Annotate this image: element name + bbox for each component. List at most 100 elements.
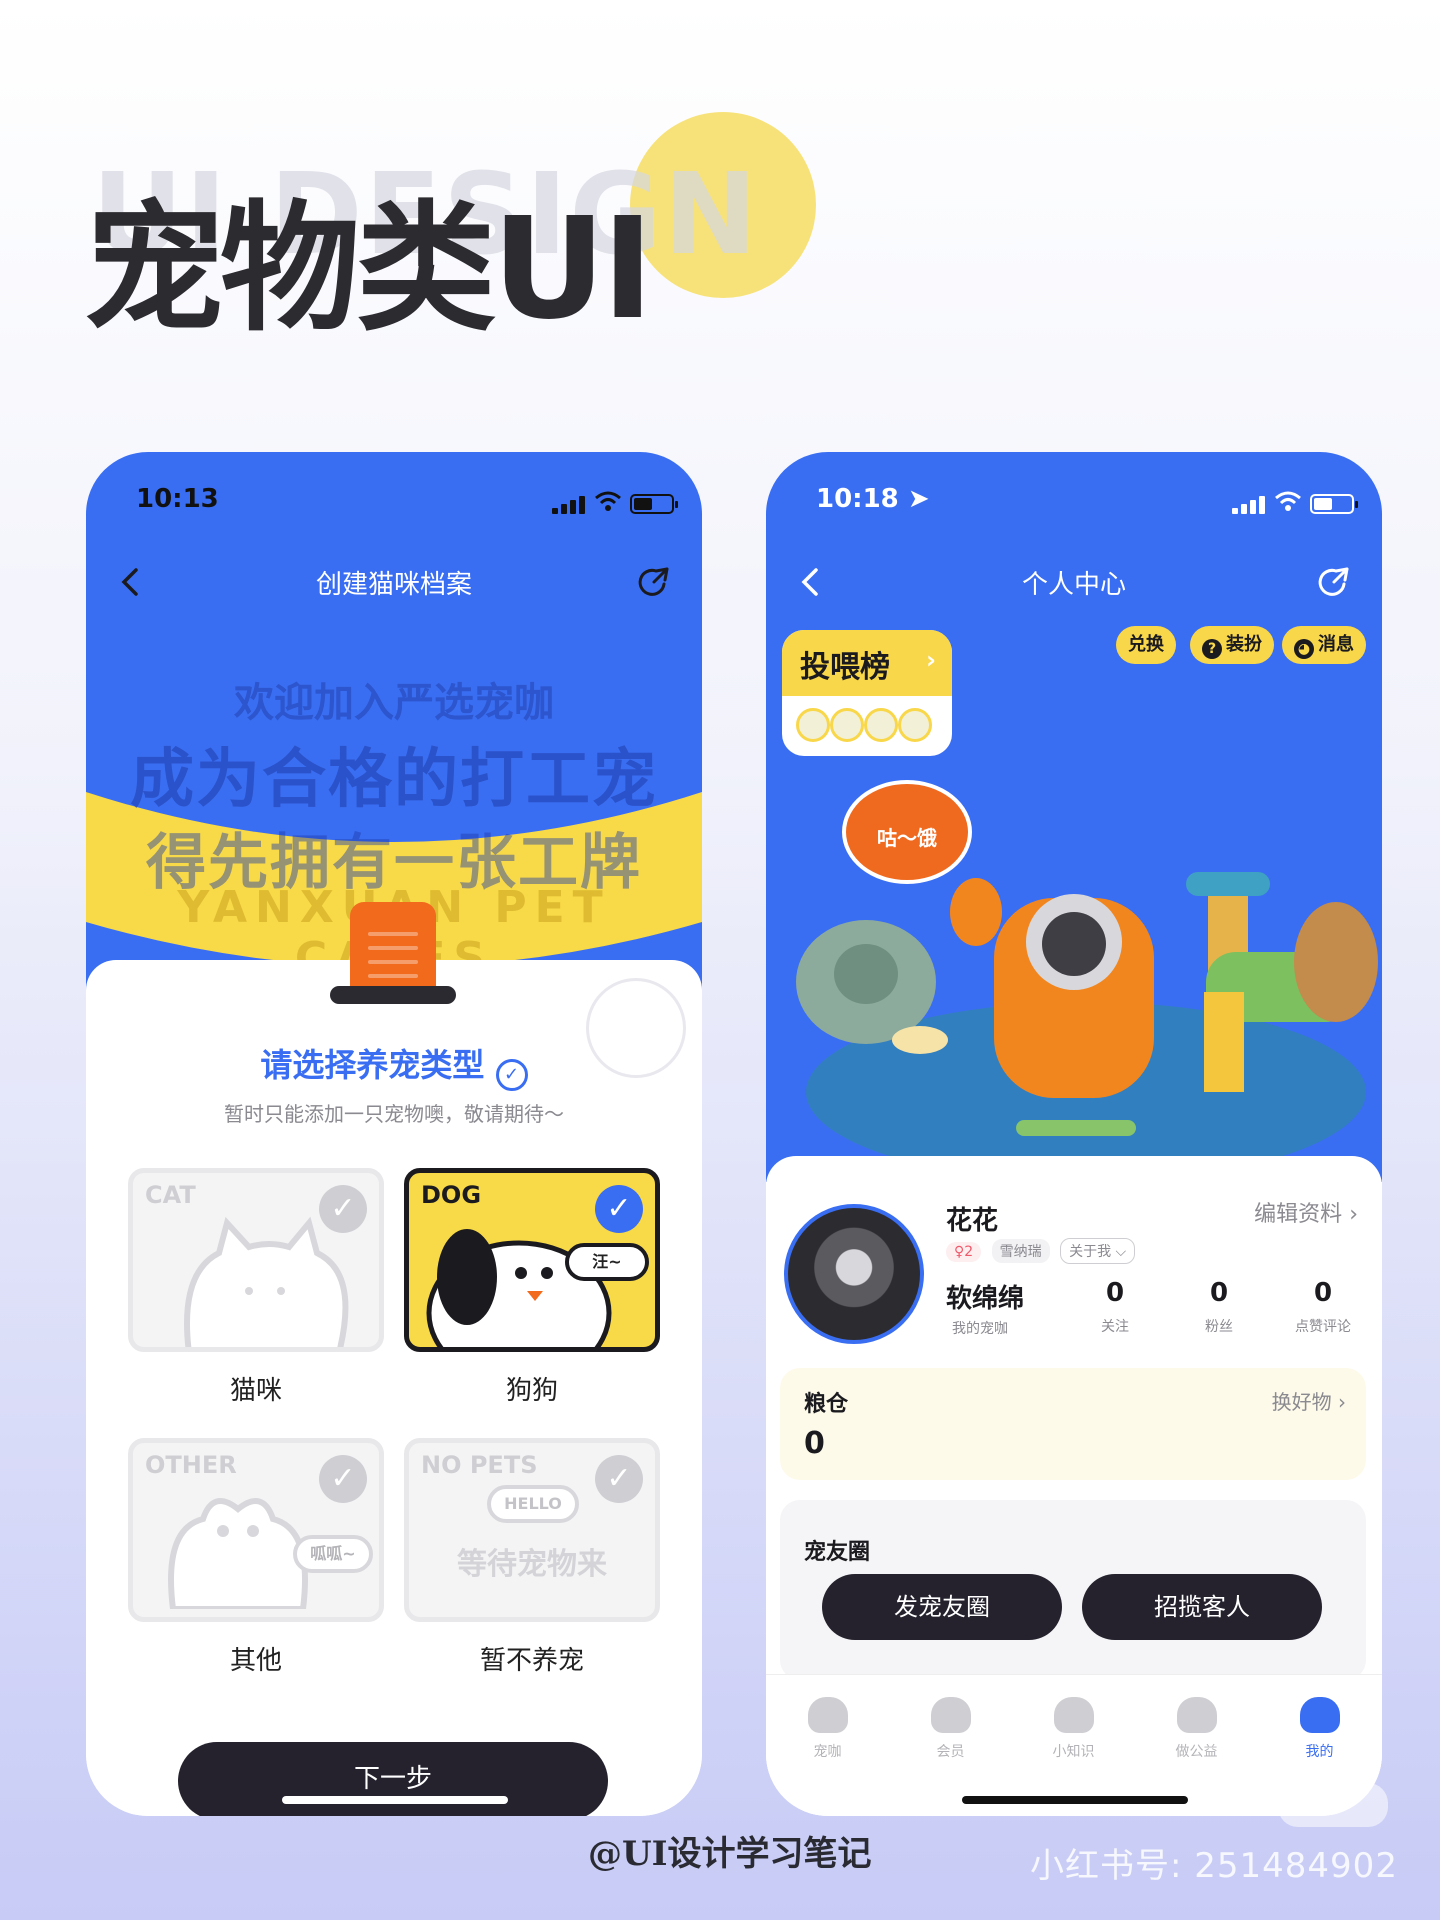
stat-label: 粉丝 bbox=[1205, 1319, 1233, 1335]
feed-ranking-card[interactable]: 投喂榜 › bbox=[782, 630, 952, 756]
granary-title: 粮仓 bbox=[804, 1392, 849, 1417]
granary-value: 0 bbox=[804, 1426, 825, 1461]
check-icon: ✓ bbox=[595, 1455, 643, 1503]
pet-circle-title: 宠友圈 bbox=[804, 1540, 871, 1565]
hero-line-1: 成为合格的打工宠 bbox=[130, 743, 658, 817]
message-pill-label: 消息 bbox=[1318, 634, 1354, 655]
hero-subtitle: 欢迎加入严选宠咖 bbox=[234, 680, 554, 726]
tab-label: 宠咖 bbox=[813, 1744, 842, 1760]
house-icon bbox=[807, 1697, 848, 1733]
tab-knowledge[interactable]: 小知识 bbox=[1012, 1697, 1135, 1761]
pet-name: 软绵绵 bbox=[946, 1284, 1025, 1314]
edit-profile-link[interactable]: 编辑资料 › bbox=[1254, 1196, 1358, 1228]
ranking-avatar bbox=[864, 708, 898, 742]
invite-guests-button[interactable]: 招揽客人 bbox=[1082, 1574, 1322, 1640]
exchange-goods-label: 换好物 bbox=[1271, 1390, 1332, 1414]
chevron-right-icon: › bbox=[926, 646, 936, 674]
stat-label: 点赞评论 bbox=[1295, 1319, 1351, 1335]
share-icon[interactable] bbox=[1314, 562, 1354, 602]
cat-face-icon: ◕ bbox=[1294, 639, 1314, 659]
nav-title: 个人中心 bbox=[1021, 570, 1126, 600]
tab-label: 会员 bbox=[936, 1744, 965, 1760]
phone-profile-center: 10:18 ➤ 个人中心 投喂榜 › 兑换 ? 装扮 ◕ 消息 咕～饿 花花 编辑资… bbox=[766, 452, 1382, 1816]
stat-value: 0 bbox=[1105, 1278, 1125, 1308]
option-label-cat: 猫咪 bbox=[229, 1376, 282, 1406]
status-time-text: 10:18 bbox=[816, 484, 899, 514]
status-bar: 10:18 ➤ bbox=[766, 482, 1382, 526]
post-circle-button[interactable]: 发宠友圈 bbox=[822, 1574, 1062, 1640]
status-time: 10:13 bbox=[136, 484, 219, 514]
stat-value: 0 bbox=[1209, 1278, 1229, 1308]
tab-label: 做公益 bbox=[1175, 1744, 1218, 1760]
pet-tags: ♀2 雪纳瑞 关于我 ⌵ bbox=[946, 1238, 1141, 1264]
edit-profile-label: 编辑资料 bbox=[1254, 1202, 1343, 1227]
cat-face-icon bbox=[930, 1697, 971, 1733]
option-card-dog[interactable]: DOG ✓ 汪~ bbox=[404, 1168, 660, 1352]
tab-mine[interactable]: 我的 bbox=[1258, 1697, 1381, 1761]
page-title: 宠物类UI bbox=[84, 188, 654, 351]
battery-icon bbox=[630, 494, 678, 514]
cat-illustration bbox=[184, 1216, 349, 1347]
exchange-pill-label: 兑换 bbox=[1128, 634, 1164, 655]
check-circle-icon: ✓ bbox=[495, 1059, 528, 1091]
home-indicator bbox=[962, 1796, 1188, 1804]
option-card-no-pets[interactable]: NO PETS ✓ HELLO 等待宠物来 bbox=[404, 1438, 660, 1622]
share-icon[interactable] bbox=[634, 562, 674, 602]
exchange-pill[interactable]: 兑换 bbox=[1116, 626, 1176, 664]
gender-age-tag: ♀2 bbox=[946, 1242, 982, 1262]
status-time: 10:18 ➤ bbox=[816, 484, 930, 514]
chevron-right-icon: › bbox=[1349, 1202, 1358, 1227]
about-me-tag[interactable]: 关于我 ⌵ bbox=[1060, 1238, 1136, 1264]
hello-badge: HELLO bbox=[487, 1485, 579, 1523]
ranking-avatar bbox=[796, 708, 830, 742]
question-icon: ? bbox=[1202, 639, 1222, 659]
message-pill[interactable]: ◕ 消息 bbox=[1282, 626, 1366, 664]
tab-member[interactable]: 会员 bbox=[889, 1697, 1012, 1761]
user-avatar[interactable] bbox=[784, 1204, 924, 1344]
xiaohongshu-logo bbox=[1278, 1783, 1388, 1827]
tab-cafe[interactable]: 宠咖 bbox=[766, 1697, 889, 1761]
option-label-dog: 狗狗 bbox=[505, 1376, 558, 1406]
frog-illustration bbox=[168, 1498, 308, 1609]
stat-following[interactable]: 0 关注 bbox=[1060, 1278, 1170, 1336]
signal-icon bbox=[1232, 494, 1266, 514]
select-type-note: 暂时只能添加一只宠物噢，敬请期待～ bbox=[224, 1102, 564, 1126]
tab-charity[interactable]: 做公益 bbox=[1135, 1697, 1258, 1761]
ranking-avatar bbox=[830, 708, 864, 742]
nav-title: 创建猫咪档案 bbox=[315, 570, 472, 600]
option-tag: OTHER bbox=[145, 1451, 237, 1479]
platform-watermark: 小红书号: 251484902 bbox=[1030, 1846, 1398, 1886]
dog-speech-bubble: 汪~ bbox=[565, 1243, 649, 1281]
hero-line-2: 得先拥有一张工牌 bbox=[146, 828, 642, 898]
badge-slot-decoration bbox=[330, 986, 456, 1004]
dress-up-pill[interactable]: ? 装扮 bbox=[1190, 626, 1274, 664]
tab-label: 小知识 bbox=[1052, 1744, 1095, 1760]
exchange-goods-link[interactable]: 换好物 › bbox=[1272, 1386, 1346, 1415]
home-indicator bbox=[282, 1796, 508, 1804]
option-card-other[interactable]: OTHER ✓ 呱呱~ bbox=[128, 1438, 384, 1622]
option-tag: NO PETS bbox=[421, 1451, 538, 1479]
frog-speech-bubble: 呱呱~ bbox=[293, 1535, 373, 1573]
option-card-cat[interactable]: CAT ✓ bbox=[128, 1168, 384, 1352]
stat-label: 关注 bbox=[1101, 1319, 1129, 1335]
battery-icon bbox=[1310, 494, 1358, 514]
smile-face-icon bbox=[1299, 1697, 1340, 1733]
granary-card[interactable]: 粮仓 0 换好物 › bbox=[780, 1368, 1366, 1480]
location-arrow-icon: ➤ bbox=[907, 484, 930, 514]
paw-icon bbox=[1053, 1697, 1094, 1733]
wifi-icon bbox=[595, 491, 621, 511]
waiting-text: 等待宠物来 bbox=[457, 1547, 607, 1582]
select-type-title: 请选择养宠类型 ✓ bbox=[86, 1040, 702, 1091]
status-bar: 10:13 bbox=[86, 482, 702, 526]
signal-icon bbox=[552, 494, 586, 514]
pet-subtitle: 我的宠咖 bbox=[952, 1321, 1008, 1337]
breed-tag: 雪纳瑞 bbox=[991, 1239, 1050, 1263]
option-label-other: 其他 bbox=[229, 1646, 282, 1676]
hungry-speech-bubble: 咕～饿 bbox=[842, 780, 972, 884]
stat-followers[interactable]: 0 粉丝 bbox=[1164, 1278, 1274, 1336]
nav-bar: 创建猫咪档案 bbox=[86, 552, 702, 612]
stat-likes[interactable]: 0 点赞评论 bbox=[1268, 1278, 1378, 1336]
dress-up-pill-label: 装扮 bbox=[1226, 634, 1262, 655]
option-tag: CAT bbox=[145, 1181, 196, 1209]
next-button[interactable]: 下一步 bbox=[178, 1742, 608, 1816]
